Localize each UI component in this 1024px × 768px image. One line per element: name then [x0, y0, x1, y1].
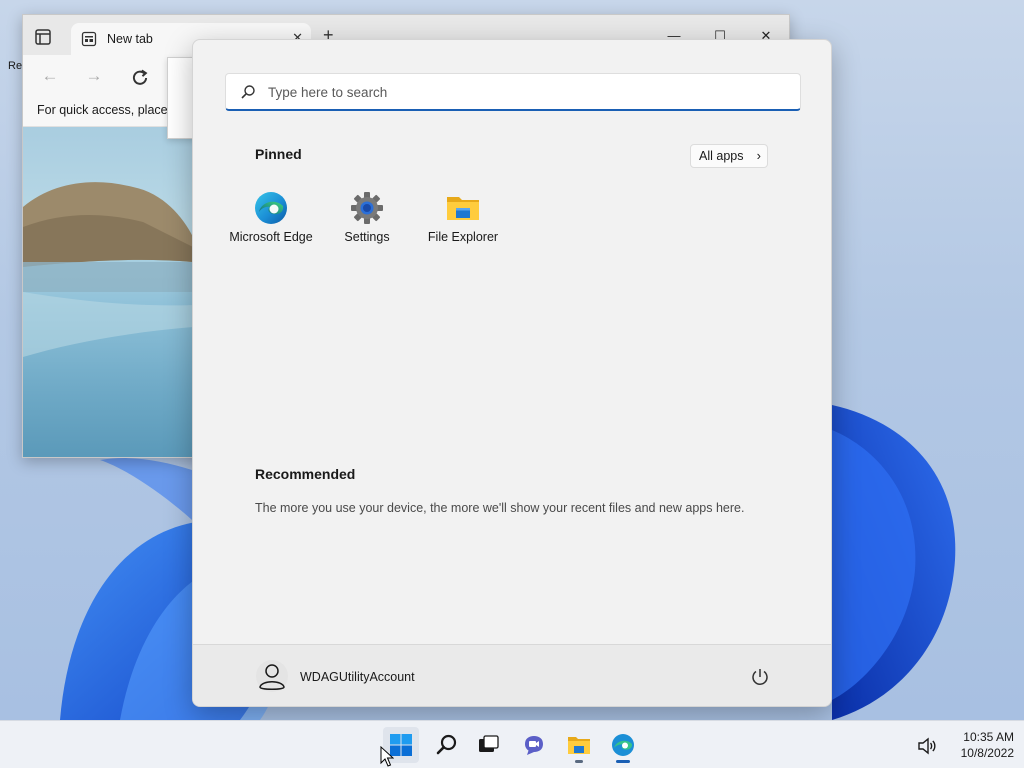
taskbar: 10:35 AM 10/8/2022 [0, 720, 1024, 768]
clock-date: 10/8/2022 [960, 746, 1014, 760]
taskbar-chat-button[interactable] [516, 727, 552, 763]
new-tab-page-icon [81, 31, 97, 47]
start-menu: Pinned All apps › [192, 39, 832, 707]
pinned-app-microsoft-edge[interactable]: Microsoft Edge [223, 188, 319, 248]
all-apps-label: All apps [699, 149, 744, 163]
pinned-app-label: Settings [344, 230, 390, 244]
volume-icon[interactable] [916, 735, 938, 757]
active-window-indicator [616, 760, 630, 763]
start-search-input[interactable] [268, 80, 788, 104]
folder-icon [447, 197, 479, 220]
mouse-cursor-icon [380, 746, 394, 767]
pinned-heading: Pinned [255, 146, 302, 162]
desktop-icon-label[interactable]: Re [8, 60, 22, 72]
start-search-box[interactable] [225, 73, 801, 111]
pinned-app-file-explorer[interactable]: File Explorer [415, 188, 511, 248]
forward-arrow-icon[interactable]: → [83, 65, 105, 87]
clock-time: 10:35 AM [963, 730, 1014, 744]
running-indicator [575, 760, 583, 763]
edge-icon [255, 192, 287, 224]
chat-icon [525, 736, 543, 755]
refresh-icon[interactable] [129, 67, 151, 89]
taskbar-file-explorer-button[interactable] [561, 727, 597, 763]
power-icon[interactable] [749, 666, 771, 688]
taskbar-edge-button[interactable] [605, 727, 641, 763]
pinned-app-label: Microsoft Edge [229, 230, 313, 244]
pinned-app-settings[interactable]: Settings [319, 188, 415, 248]
all-apps-button[interactable]: All apps › [690, 144, 768, 168]
file-explorer-icon [568, 737, 590, 754]
tab-title: New tab [107, 32, 153, 46]
user-account-name[interactable]: WDAGUtilityAccount [300, 670, 415, 684]
start-menu-footer: WDAGUtilityAccount [193, 644, 831, 706]
back-arrow-icon[interactable]: ← [39, 65, 61, 87]
taskbar-search-button[interactable] [429, 727, 465, 763]
search-icon [241, 85, 255, 99]
pinned-app-label: File Explorer [427, 230, 499, 244]
recommended-heading: Recommended [255, 466, 356, 482]
task-view-icon [479, 735, 499, 752]
favorites-bar-hint: For quick access, place y [37, 103, 178, 117]
tab-actions-icon[interactable] [33, 27, 53, 47]
taskbar-task-view-button[interactable] [470, 727, 506, 763]
search-icon [436, 734, 457, 755]
pinned-apps-grid: Microsoft Edge Settings File Explorer [223, 188, 523, 248]
settings-gear-icon [351, 192, 383, 224]
taskbar-clock[interactable]: 10:35 AM 10/8/2022 [944, 729, 1014, 761]
chevron-right-icon: › [756, 148, 761, 163]
edge-icon [612, 734, 634, 756]
user-avatar-icon[interactable] [255, 659, 289, 693]
recommended-empty-message: The more you use your device, the more w… [255, 501, 745, 515]
